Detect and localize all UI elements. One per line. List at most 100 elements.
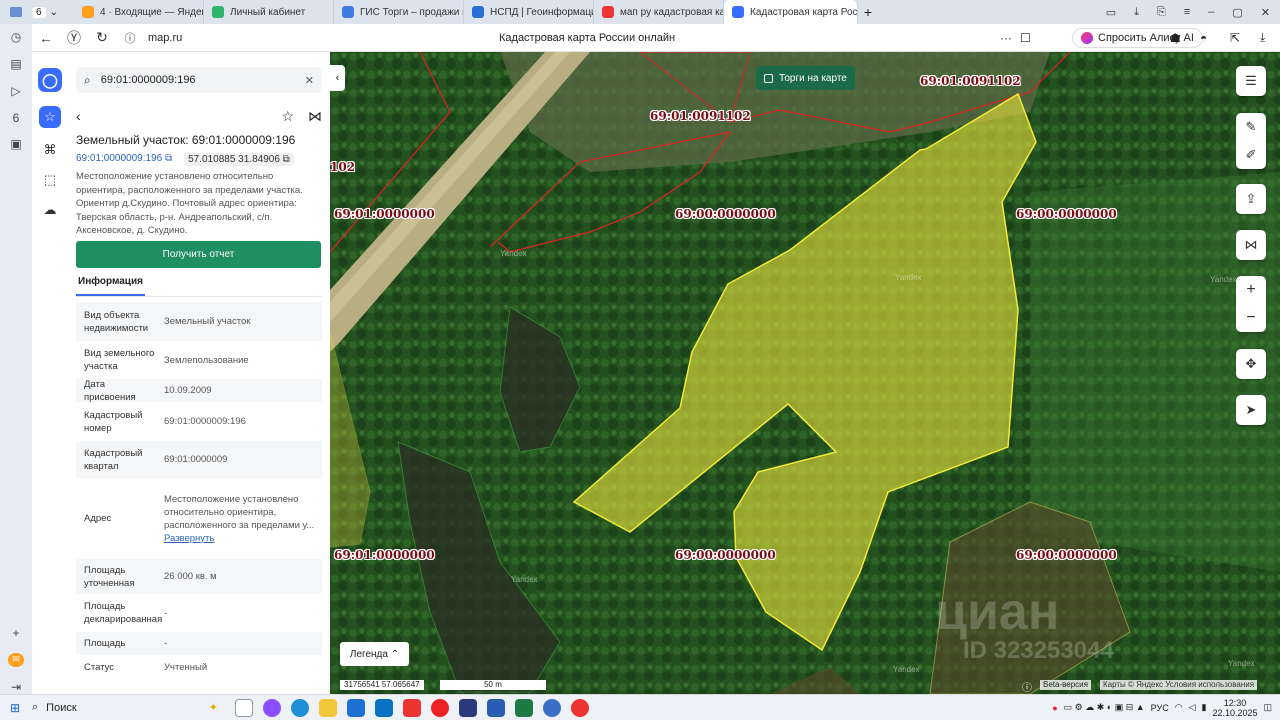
map-label[interactable]: 102 — [330, 160, 355, 174]
edge-icon[interactable] — [291, 698, 309, 717]
close-window-icon[interactable]: ✕ — [1261, 6, 1270, 19]
coords-chip[interactable]: 57.010885 31.84906 ⧉ — [184, 153, 294, 166]
cloud-icon[interactable]: ☁ — [44, 202, 57, 218]
ruler-icon[interactable]: ✎ — [1246, 119, 1257, 135]
upload-button[interactable]: ⇪ — [1236, 184, 1266, 214]
edit-icon[interactable]: ✐ — [1246, 147, 1257, 163]
bookmark-page-icon[interactable]: ☐ — [1020, 31, 1031, 45]
taskbar-search[interactable]: ⌕ Поиск ✦ — [32, 698, 218, 718]
minimize-icon[interactable]: – — [1208, 6, 1214, 19]
locate-button[interactable]: ➤ — [1236, 395, 1266, 425]
browser-tab[interactable]: Кадастровая карта Рос✕ — [724, 0, 858, 24]
battery-icon[interactable]: ▮ — [1201, 702, 1206, 713]
browser-tab[interactable]: ГИС Торги – продажи гос — [334, 0, 464, 24]
collections-icon[interactable]: ▤ — [8, 57, 24, 72]
language-indicator[interactable]: РУС — [1151, 703, 1169, 713]
yandex-icon[interactable]: Ⓨ — [60, 28, 88, 48]
task-view-icon[interactable] — [235, 698, 253, 717]
info-value-text: Земельный участок — [164, 316, 251, 327]
map-label[interactable]: 69:01:0091102 — [920, 74, 1021, 88]
add-icon[interactable]: + — [8, 626, 24, 641]
map-label[interactable]: 69:00:0000000 — [1016, 548, 1117, 562]
maximize-icon[interactable]: ▢ — [1232, 6, 1242, 19]
get-report-button[interactable]: Получить отчет — [76, 241, 321, 268]
browser-tab[interactable]: НСПД | Геоинформацио — [464, 0, 594, 24]
zoom-out-button[interactable]: − — [1246, 309, 1255, 327]
sidebar-toggle-icon[interactable]: ⇥ — [8, 679, 24, 694]
explorer-icon[interactable] — [319, 698, 337, 717]
people-icon[interactable] — [543, 698, 561, 717]
map-label[interactable]: 69:01:0000000 — [334, 548, 435, 562]
browser-tab[interactable]: мап ру кадастровая карт — [594, 0, 724, 24]
yandex-browser-icon[interactable] — [403, 698, 421, 717]
tab-information[interactable]: Информация — [76, 276, 145, 296]
favorite-star-icon[interactable]: ☆ — [281, 108, 294, 125]
more-icon[interactable]: ··· — [1000, 31, 1012, 45]
share-plot-icon[interactable]: ⋈ — [308, 108, 322, 125]
ask-alice-button[interactable]: Спросить Алису AI — [1072, 28, 1203, 48]
clock[interactable]: 12:30 22.10.2025 — [1212, 698, 1257, 718]
history-icon[interactable]: ◷ — [8, 30, 24, 45]
info-value: Земельный участок — [164, 315, 322, 328]
plots-icon[interactable]: ⌘ — [44, 142, 57, 158]
map-canvas[interactable]: 69:01:0091102 69:01:0091102 102 69:01:00… — [330, 52, 1280, 694]
clear-search-icon[interactable]: ✕ — [305, 74, 314, 87]
notifications-icon[interactable]: ◫ — [1263, 702, 1272, 713]
excel-icon[interactable] — [515, 698, 533, 717]
outlook-icon[interactable] — [375, 698, 393, 717]
url-field[interactable]: map.ru — [148, 32, 182, 44]
downloads-icon[interactable]: ⤓ — [1134, 6, 1139, 19]
wifi-icon[interactable]: ◠ — [1175, 702, 1183, 713]
map-copyright[interactable]: Карты © Яндекс Условия использования — [1100, 680, 1258, 690]
start-icon[interactable]: ⊞ — [10, 701, 20, 715]
word-icon[interactable] — [487, 698, 505, 717]
map-label[interactable]: 69:01:0000000 — [334, 207, 435, 221]
save-app-icon[interactable] — [459, 698, 477, 717]
site-info-icon[interactable]: ⓘ — [116, 30, 144, 46]
profile-icon[interactable]: ◓ — [1200, 31, 1207, 45]
zoom-in-button[interactable]: + — [1246, 281, 1255, 299]
yandex-icon[interactable] — [571, 698, 589, 717]
select-area-icon[interactable]: ⬚ — [44, 172, 56, 188]
opera-icon[interactable] — [431, 698, 449, 717]
tab-counter[interactable]: 6 ⌄ — [32, 3, 74, 21]
move-button[interactable]: ✥ — [1236, 349, 1266, 379]
torgi-toggle[interactable]: Торги на карте — [756, 66, 855, 90]
collapse-panel-button[interactable]: ‹ — [330, 65, 345, 91]
browser-menu-icon[interactable] — [0, 0, 32, 24]
favorites-icon[interactable]: ☆ — [39, 106, 61, 128]
share-icon[interactable]: ⇱ — [1230, 31, 1240, 45]
tabs-icon[interactable]: ▭ — [1106, 6, 1116, 19]
map-label[interactable]: 69:00:0000000 — [675, 207, 776, 221]
reload-icon[interactable]: ↻ — [88, 29, 116, 46]
share-map-button[interactable]: ⋈ — [1236, 230, 1266, 260]
mail-icon[interactable]: ✉ — [8, 652, 24, 668]
opera-tray-icon[interactable]: ● — [1052, 703, 1057, 713]
legend-button[interactable]: Легенда ⌃ — [340, 642, 409, 666]
downloads-bar-icon[interactable]: ⤓ — [1260, 30, 1265, 45]
info-icon[interactable]: ⓘ — [1022, 679, 1032, 694]
site-logo[interactable]: ◯ — [38, 68, 62, 92]
bookmark-icon[interactable]: ⎘ — [1157, 6, 1166, 19]
map-label[interactable]: 69:00:0000000 — [1016, 207, 1117, 221]
menu-icon[interactable]: ≡ — [1184, 6, 1190, 19]
browser-tab[interactable]: Личный кабинет — [204, 0, 334, 24]
extension-icon[interactable]: ☗ — [1170, 31, 1181, 45]
layers-button[interactable]: ☰ — [1236, 66, 1266, 96]
screenshot-icon[interactable]: ▣ — [8, 137, 24, 152]
map-label[interactable]: 69:00:0000000 — [675, 548, 776, 562]
six-icon[interactable]: 6 — [8, 110, 24, 125]
tray-icons[interactable]: ▭ ⚙ ☁ ✱ ◐ ▣ ⊟ ▲ — [1064, 702, 1145, 713]
store-icon[interactable] — [347, 698, 365, 717]
back-panel-icon[interactable]: ‹ — [76, 108, 81, 124]
expand-link[interactable]: Развернуть — [164, 532, 316, 545]
back-icon[interactable]: ← — [32, 30, 60, 46]
alice-app-icon[interactable] — [263, 698, 281, 717]
new-tab-button[interactable]: + — [858, 4, 878, 20]
map-label[interactable]: 69:01:0091102 — [650, 109, 751, 123]
cadastral-number-chip[interactable]: 69:01:0000009:196 ⧉ — [76, 153, 172, 166]
search-input[interactable]: ⌕ 69:01:0000009:196 ✕ — [76, 67, 322, 93]
volume-icon[interactable]: ◁ — [1189, 702, 1196, 713]
browser-tab[interactable]: 4 · Входящие — Яндекс П — [74, 0, 204, 24]
play-icon[interactable]: ▷ — [8, 84, 24, 99]
